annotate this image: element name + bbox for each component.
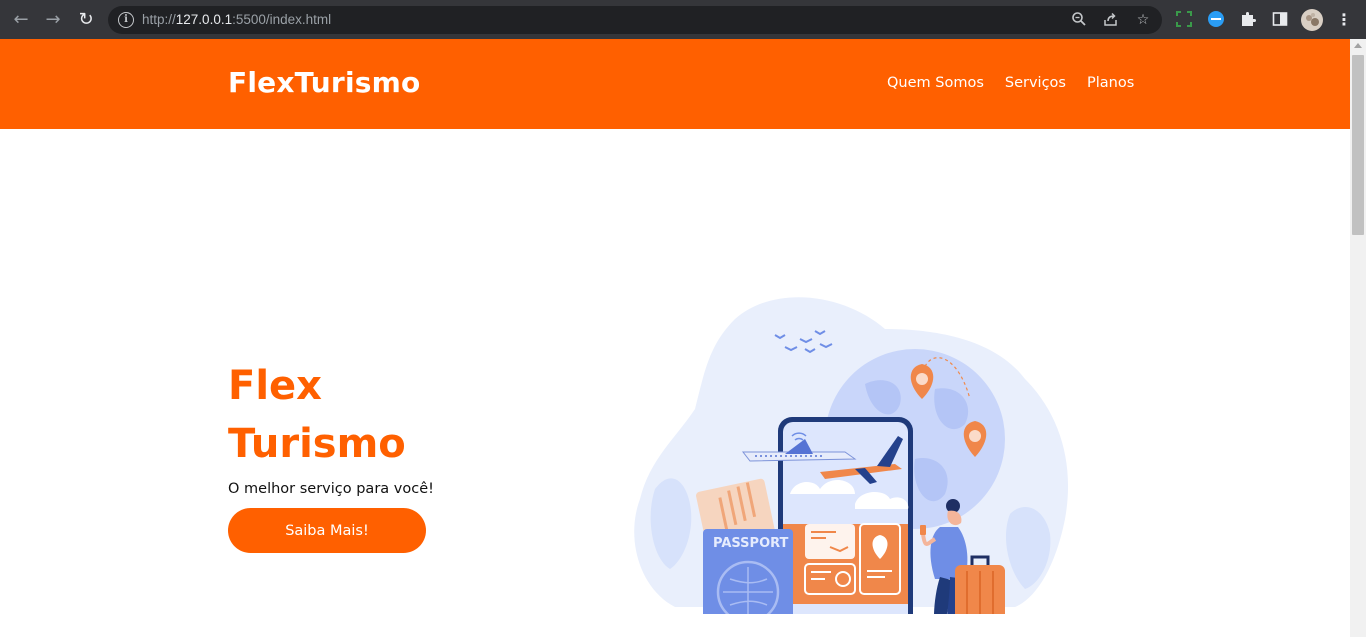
web-page: FlexTurismo Quem Somos Serviços Planos F… <box>0 39 1350 637</box>
site-header: FlexTurismo Quem Somos Serviços Planos <box>0 39 1350 129</box>
info-icon[interactable]: i <box>118 12 134 28</box>
saiba-mais-button[interactable]: Saiba Mais! <box>228 508 426 553</box>
menu-item-planos[interactable]: Planos <box>1087 75 1134 91</box>
menu-kebab-icon[interactable]: ⋮ <box>1334 10 1354 30</box>
url-text[interactable]: http://127.0.0.1:5500/index.html <box>142 12 331 27</box>
extension-screen-icon[interactable] <box>1174 10 1194 30</box>
page-scrollbar[interactable] <box>1350 39 1366 637</box>
brand-logo[interactable]: FlexTurismo <box>228 66 420 99</box>
browser-toolbar: ← → ↻ i http://127.0.0.1:5500/index.html… <box>0 0 1366 39</box>
hero-title-line-2: Turismo <box>228 421 406 467</box>
address-bar[interactable]: i http://127.0.0.1:5500/index.html ☆ <box>108 6 1162 34</box>
extension-blue-icon[interactable] <box>1206 10 1226 30</box>
hero-subtitle: O melhor serviço para você! <box>228 481 434 497</box>
menu-item-quem-somos[interactable]: Quem Somos <box>887 75 984 91</box>
hero-title-line-1: Flex <box>228 363 322 409</box>
travel-illustration: PASSPORT <box>634 297 1069 614</box>
passport-label: PASSPORT <box>713 536 789 551</box>
share-icon[interactable] <box>1102 11 1120 29</box>
reload-icon[interactable]: ↻ <box>74 8 98 32</box>
profile-avatar[interactable] <box>1301 9 1323 31</box>
scroll-thumb[interactable] <box>1352 55 1364 235</box>
scroll-up-arrow-icon[interactable] <box>1354 43 1362 48</box>
forward-icon[interactable]: → <box>41 8 65 32</box>
menu-item-servicos[interactable]: Serviços <box>1005 75 1066 91</box>
main-menu: Quem Somos Serviços Planos <box>887 75 1134 91</box>
zoom-icon[interactable] <box>1070 11 1088 29</box>
puzzle-icon[interactable] <box>1238 10 1258 30</box>
hero-title: Flex Turismo <box>228 357 528 473</box>
star-icon[interactable]: ☆ <box>1134 11 1152 29</box>
sidebar-icon[interactable] <box>1270 10 1290 30</box>
back-icon[interactable]: ← <box>9 8 33 32</box>
